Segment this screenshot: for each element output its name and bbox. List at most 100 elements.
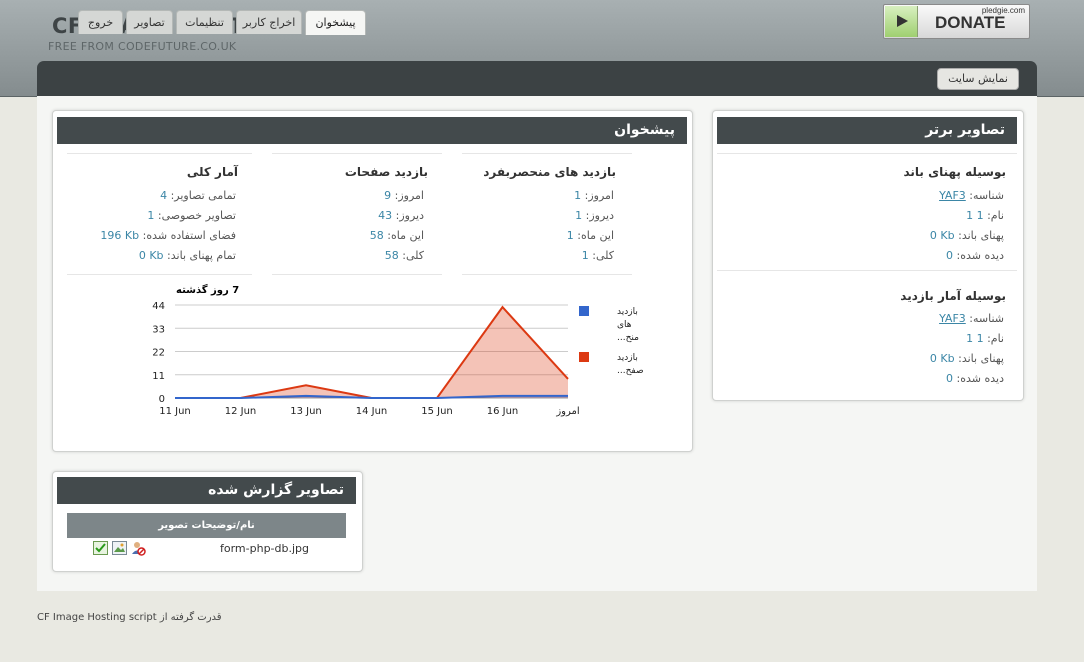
x-tick-label: 14 Jun [356, 406, 388, 417]
x-tick-label: 13 Jun [290, 406, 322, 417]
all-images-value: 4 [160, 189, 168, 202]
divider [67, 274, 252, 275]
total-bandwidth-value: 0 Kb [138, 249, 164, 262]
image-icon[interactable] [112, 541, 127, 555]
stat-label: این ماه: [577, 229, 614, 242]
page-total-row: کلی: 58 [385, 249, 424, 262]
stat-label: دیده شده: [956, 249, 1004, 262]
stat-label: کلی: [402, 249, 424, 262]
stat-label: پهنای باند: [958, 352, 1004, 365]
ban-user-icon[interactable] [131, 541, 146, 556]
donate-label: DONATE [935, 13, 1006, 32]
views-name-value: 1 1 [966, 332, 984, 345]
donate-button[interactable]: DONATE pledgie.com [883, 4, 1030, 39]
bw-views-value: 0 [946, 249, 954, 262]
unique-total-row: کلی: 1 [582, 249, 614, 262]
x-tick-label: 16 Jun [487, 406, 519, 417]
stat-label: پهنای باند: [958, 229, 1004, 242]
stat-label: کلی: [592, 249, 614, 262]
space-used-row: فضای استفاده شده: 196 Kb [100, 229, 236, 242]
stat-label: تمام پهنای باند: [167, 249, 236, 262]
series-area [175, 307, 568, 398]
views-bandwidth-row: پهنای باند: 0 Kb [930, 352, 1004, 365]
stat-label: تصاویر خصوصی: [157, 209, 236, 222]
view-site-button[interactable]: نمایش سایت [937, 68, 1019, 90]
unique-today-row: امروز: 1 [574, 189, 614, 202]
stat-label: شناسه: [969, 312, 1004, 325]
page-month-value: 58 [369, 229, 384, 242]
unique-yesterday-value: 1 [575, 209, 583, 222]
stat-label: نام: [987, 209, 1004, 222]
page-today-row: امروز: 9 [384, 189, 424, 202]
script-name-label: CF Image Hosting script [37, 612, 157, 623]
visits-chart: 7 روز گذشته 0 11 22 33 44 11 Jun 12 Jun 13 Jun 14… [152, 283, 644, 417]
tab-settings[interactable]: تنظیمات [176, 10, 233, 34]
unique-yesterday-row: دیروز: 1 [575, 209, 614, 222]
nav-bar [37, 61, 1037, 96]
stat-label: تمامی تصاویر: [170, 189, 236, 202]
divider [717, 270, 1017, 271]
bw-image-id-link[interactable]: YAF3 [939, 189, 966, 202]
x-tick-label: امروز [555, 406, 579, 417]
bw-name-value: 1 1 [966, 209, 984, 222]
stat-label: این ماه: [387, 229, 424, 242]
y-tick-label: 11 [152, 371, 165, 382]
play-icon [885, 6, 918, 37]
donate-site-label: pledgie.com [981, 6, 1025, 15]
approve-icon[interactable] [93, 541, 108, 555]
powered-by-label: قدرت گرفته از [159, 612, 222, 623]
tab-ban-user[interactable]: اخراج کاربر [236, 10, 302, 34]
by-bandwidth-heading: بوسیله پهنای باند [903, 165, 1006, 179]
legend-label: بازدید [617, 353, 638, 363]
divider [67, 153, 252, 154]
x-tick-label: 12 Jun [225, 406, 257, 417]
reported-images-title: تصاویر گزارش شده [57, 477, 356, 504]
chart-title: 7 روز گذشته [176, 283, 239, 296]
footer: قدرت گرفته از CF Image Hosting script [37, 612, 222, 623]
total-bandwidth-row: تمام پهنای باند: 0 Kb [139, 249, 236, 262]
stat-label: نام: [987, 332, 1004, 345]
legend-label: های [617, 320, 632, 330]
overall-stats-heading: آمار کلی [186, 165, 238, 179]
legend-label: منح... [617, 333, 639, 343]
views-id-row: شناسه: YAF3 [939, 312, 1004, 325]
x-tick-label: 15 Jun [421, 406, 453, 417]
page-yesterday-row: دیروز: 43 [378, 209, 424, 222]
page-total-value: 58 [384, 249, 399, 262]
top-images-title: تصاویر برتر [717, 117, 1017, 144]
unique-month-row: این ماه: 1 [567, 229, 614, 242]
tab-images[interactable]: تصاویر [126, 10, 173, 34]
stat-label: دیروز: [585, 209, 614, 222]
stat-label: امروز: [394, 189, 424, 202]
divider [272, 274, 442, 275]
reported-filename: form-php-db.jpg [220, 542, 310, 555]
page-month-row: این ماه: 58 [370, 229, 424, 242]
stat-label: دیده شده: [956, 372, 1004, 385]
divider [462, 153, 632, 154]
bw-bandwidth-row: پهنای باند: 0 Kb [930, 229, 1004, 242]
by-views-heading: بوسیله آمار بازدید [900, 289, 1006, 303]
page-yesterday-value: 43 [378, 209, 393, 222]
x-tick-label: 11 Jun [159, 406, 191, 417]
tab-logout[interactable]: خروج [78, 10, 123, 34]
site-logo-subtitle: FREE FROM CODEFUTURE.CO.UK [48, 40, 237, 53]
views-image-id-link[interactable]: YAF3 [939, 312, 966, 325]
unique-today-value: 1 [574, 189, 582, 202]
tab-dashboard[interactable]: پیشخوان [305, 10, 366, 35]
private-images-value: 1 [147, 209, 155, 222]
page-today-value: 9 [384, 189, 392, 202]
legend-swatch [579, 352, 589, 362]
legend-label: صفح... [617, 366, 644, 376]
all-images-row: تمامی تصاویر: 4 [160, 189, 236, 202]
divider [462, 274, 632, 275]
divider [717, 153, 1017, 154]
unique-visits-heading: بازدید های منحصربفرد [483, 165, 616, 179]
y-tick-label: 44 [152, 301, 165, 312]
unique-month-value: 1 [566, 229, 574, 242]
space-used-value: 196 Kb [100, 229, 140, 242]
stat-label: شناسه: [969, 189, 1004, 202]
legend-swatch [579, 306, 589, 316]
y-tick-label: 22 [152, 348, 165, 359]
unique-total-value: 1 [581, 249, 589, 262]
views-views-value: 0 [946, 372, 954, 385]
